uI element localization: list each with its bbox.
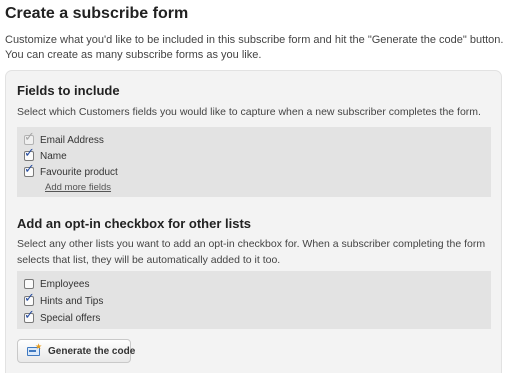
- checkmark-icon: ✓: [24, 291, 35, 306]
- optin-section-title: Add an opt-in checkbox for other lists: [17, 216, 252, 231]
- field-item-email-address[interactable]: ✓ Email Address: [24, 131, 104, 147]
- optin-item-hints-and-tips[interactable]: ✓ Hints and Tips: [24, 292, 104, 308]
- field-item-favourite-product[interactable]: ✓ Favourite product: [24, 163, 118, 179]
- field-item-label: Favourite product: [40, 166, 118, 178]
- checkbox-email-address[interactable]: ✓: [24, 131, 35, 145]
- form-options-panel: Fields to include Select which Customers…: [5, 70, 502, 373]
- page-title: Create a subscribe form: [5, 5, 189, 22]
- generate-code-label: Generate the code: [48, 345, 136, 357]
- optin-section-description: Select any other lists you want to add a…: [17, 238, 486, 266]
- fields-list: ✓ Email Address ✓ Name ✓ Favourite produ…: [17, 127, 491, 197]
- optin-item-label: Employees: [40, 278, 90, 290]
- optin-item-special-offers[interactable]: ✓ Special offers: [24, 309, 101, 325]
- field-item-label: Name: [40, 150, 67, 162]
- field-item-name[interactable]: ✓ Name: [24, 147, 67, 163]
- checkbox-hints-and-tips[interactable]: ✓: [24, 292, 35, 306]
- checkmark-icon: ✓: [24, 130, 35, 145]
- checkbox-special-offers[interactable]: ✓: [24, 309, 35, 323]
- optin-item-employees[interactable]: Employees: [24, 277, 89, 291]
- checkmark-icon: ✓: [24, 162, 35, 177]
- optin-item-label: Special offers: [40, 312, 101, 324]
- add-more-fields-link[interactable]: Add more fields: [45, 182, 111, 193]
- optin-item-label: Hints and Tips: [40, 295, 104, 307]
- checkmark-icon: ✓: [24, 308, 35, 323]
- checkbox-employees[interactable]: [24, 279, 34, 289]
- code-window-icon: ★: [27, 342, 42, 357]
- field-item-label: Email Address: [40, 134, 104, 146]
- fields-section-description: Select which Customers fields you would …: [17, 106, 481, 118]
- checkmark-icon: ✓: [24, 146, 35, 161]
- checkbox-favourite-product[interactable]: ✓: [24, 163, 35, 177]
- generate-code-button[interactable]: ★ Generate the code: [17, 339, 135, 363]
- optin-list: Employees ✓ Hints and Tips ✓ Special off…: [17, 271, 491, 329]
- fields-section-title: Fields to include: [17, 83, 120, 98]
- page-intro: Customize what you'd like to be included…: [5, 34, 504, 61]
- checkbox-name[interactable]: ✓: [24, 147, 35, 161]
